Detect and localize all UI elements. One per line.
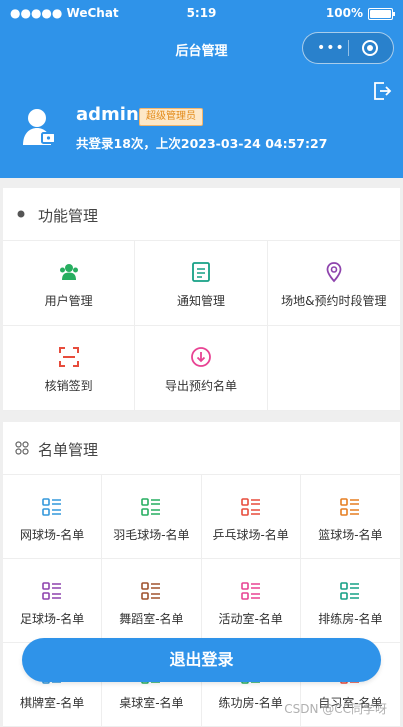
func-user-management[interactable]: 用户管理 bbox=[3, 241, 136, 326]
list-icon bbox=[141, 582, 161, 600]
close-program-icon[interactable] bbox=[362, 40, 378, 56]
nav-bar: 后台管理 ••• bbox=[0, 26, 403, 70]
list-icon bbox=[340, 498, 360, 516]
func-label: 通知管理 bbox=[176, 294, 225, 308]
location-pin-icon bbox=[326, 262, 342, 283]
battery-percent: 100% bbox=[325, 6, 363, 20]
battery-icon bbox=[368, 8, 395, 20]
list-item-label: 篮球场-名单 bbox=[318, 528, 383, 542]
capsule-divider bbox=[348, 40, 349, 56]
list-item-label: 棋牌室-名单 bbox=[19, 696, 85, 710]
dot-icon bbox=[17, 210, 25, 218]
list-item-label: 羽毛球场-名单 bbox=[113, 528, 190, 542]
avatar-icon bbox=[23, 109, 56, 145]
func-label: 场地&预约时段管理 bbox=[281, 294, 387, 308]
list-item[interactable]: 乒乓球场-名单 bbox=[201, 475, 301, 559]
list-item[interactable]: 活动室-名单 bbox=[201, 559, 301, 643]
list-item-label: 乒乓球场-名单 bbox=[212, 528, 289, 542]
list-section-header: 名单管理 bbox=[3, 422, 400, 475]
more-icon[interactable]: ••• bbox=[317, 41, 345, 55]
list-item-label: 足球场-名单 bbox=[19, 612, 85, 626]
function-section-title: 功能管理 bbox=[38, 207, 99, 225]
watermark: CSDN @CC同学呀 bbox=[284, 702, 387, 716]
func-export-list[interactable]: 导出预约名单 bbox=[135, 326, 268, 411]
list-section-title: 名单管理 bbox=[38, 441, 99, 459]
list-grid: 网球场-名单 羽毛球场-名单 乒乓球场-名单 篮球场-名单足球场-名单 舞蹈室-名单 活动… bbox=[3, 475, 400, 727]
login-info: 共登录18次，上次2023-03-24 04:57:27 bbox=[76, 136, 328, 151]
func-checkin[interactable]: 核销签到 bbox=[3, 326, 136, 411]
download-circle-icon bbox=[191, 347, 211, 367]
func-empty-cell bbox=[267, 326, 400, 411]
func-notice-management[interactable]: 通知管理 bbox=[135, 241, 268, 326]
list-item-label: 桌球室-名单 bbox=[119, 696, 184, 710]
status-bar: ●●●●● WeChat 5:19 100% bbox=[0, 0, 403, 26]
list-item-label: 排练房-名单 bbox=[318, 612, 383, 626]
list-item[interactable]: 网球场-名单 bbox=[3, 475, 103, 559]
apps-icon bbox=[15, 441, 29, 455]
list-item[interactable]: 舞蹈室-名单 bbox=[102, 559, 202, 643]
list-icon bbox=[240, 582, 260, 600]
list-item-label: 舞蹈室-名单 bbox=[119, 612, 184, 626]
list-icon bbox=[42, 498, 62, 516]
logout-button[interactable]: 退出登录 bbox=[22, 638, 381, 682]
func-venue-management[interactable]: 场地&预约时段管理 bbox=[267, 241, 400, 326]
list-item[interactable]: 足球场-名单 bbox=[3, 559, 103, 643]
list-item[interactable]: 排练房-名单 bbox=[300, 559, 400, 643]
list-icon bbox=[340, 582, 360, 600]
function-section: 功能管理 用户管理 通知管理 场地&预约时段管理 核销签到 导出预约名单 bbox=[3, 188, 400, 411]
function-section-header: 功能管理 bbox=[3, 188, 400, 241]
username: admin bbox=[76, 104, 139, 125]
list-item-label: 活动室-名单 bbox=[218, 612, 283, 626]
func-label: 核销签到 bbox=[44, 379, 93, 393]
list-icon bbox=[240, 498, 260, 516]
list-item-label: 网球场-名单 bbox=[19, 528, 85, 542]
role-badge: 超级管理员 bbox=[139, 108, 203, 126]
profile-header: admin 超级管理员 共登录18次，上次2023-03-24 04:57:27 bbox=[0, 70, 403, 178]
func-label: 导出预约名单 bbox=[164, 379, 237, 393]
func-label: 用户管理 bbox=[44, 294, 93, 308]
notice-icon bbox=[192, 262, 210, 282]
function-grid: 用户管理 通知管理 场地&预约时段管理 核销签到 导出预约名单 bbox=[3, 241, 400, 411]
list-icon bbox=[42, 582, 62, 600]
list-item[interactable]: 篮球场-名单 bbox=[300, 475, 400, 559]
list-item[interactable]: 羽毛球场-名单 bbox=[102, 475, 202, 559]
scan-icon bbox=[58, 347, 79, 367]
list-icon bbox=[141, 498, 161, 516]
users-icon bbox=[59, 264, 78, 280]
logout-icon[interactable] bbox=[371, 80, 393, 102]
mini-program-capsule: ••• bbox=[302, 32, 394, 64]
